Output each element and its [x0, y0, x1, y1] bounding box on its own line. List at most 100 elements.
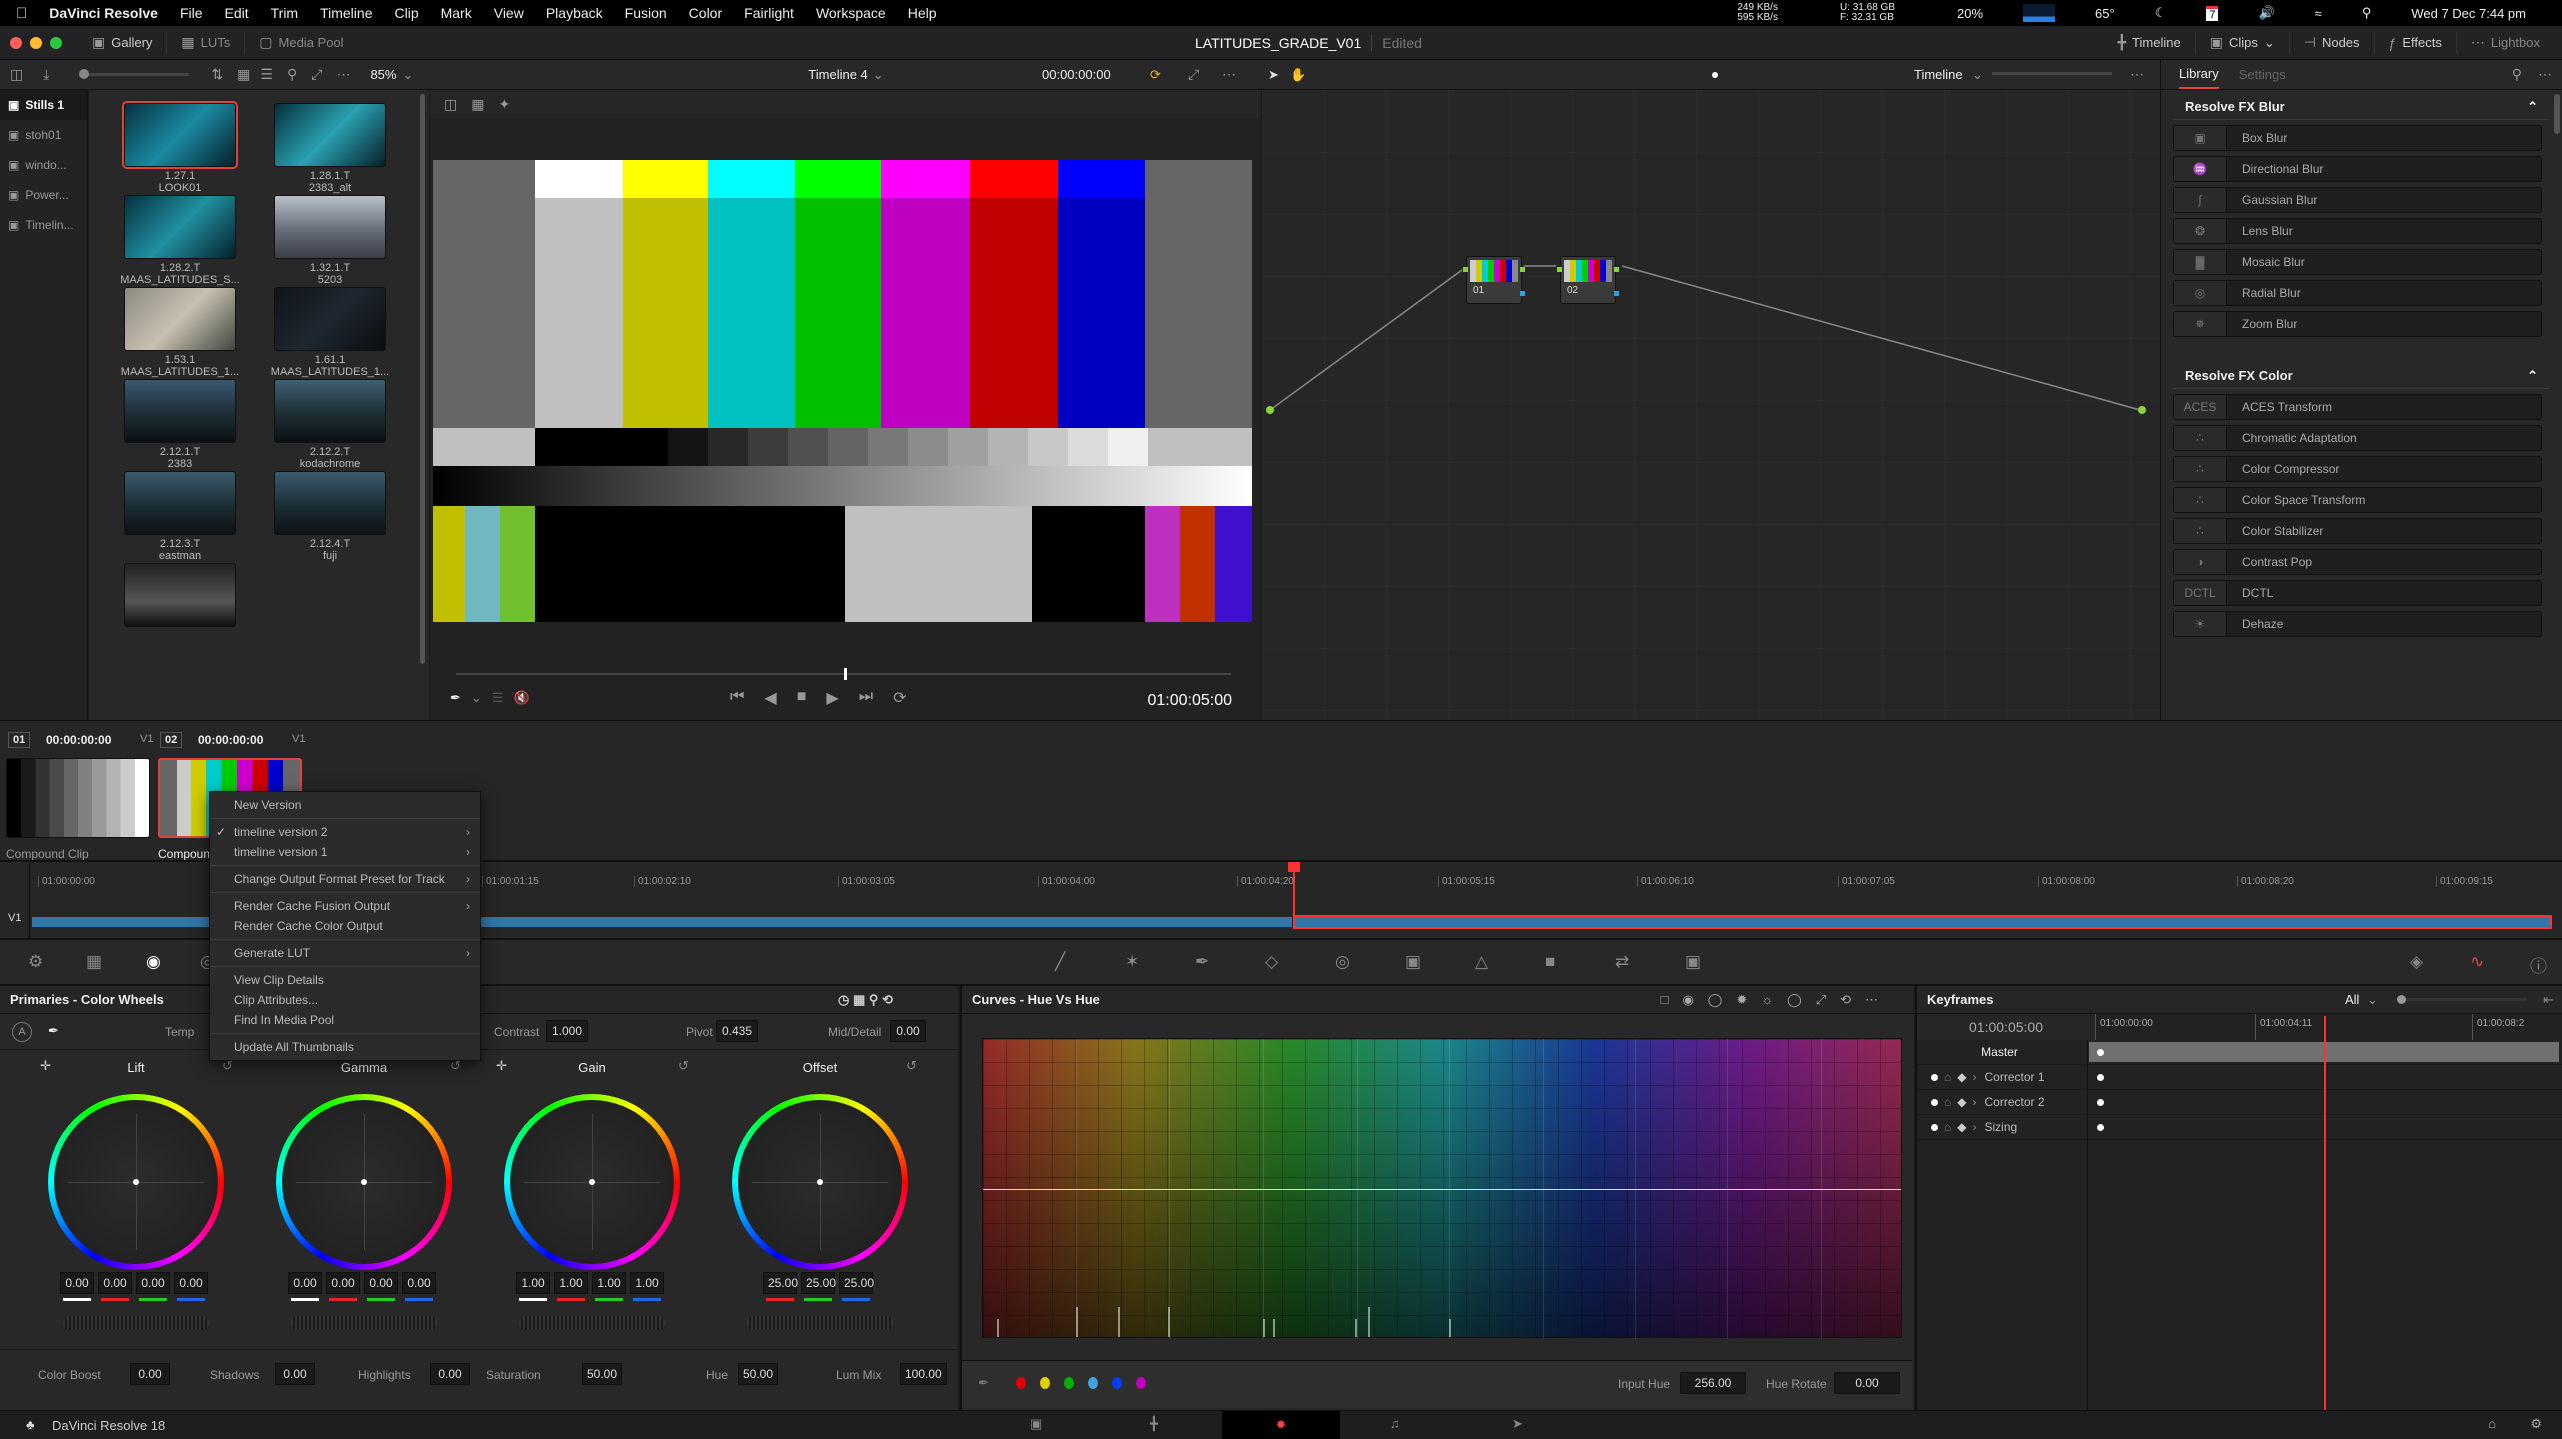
- page-deliver-icon[interactable]: ➤: [1512, 1416, 1523, 1432]
- offset-color-wheel[interactable]: [732, 1094, 908, 1270]
- page-fairlight-icon[interactable]: ♫: [1390, 1416, 1400, 1431]
- still-thumbnail[interactable]: [124, 287, 236, 351]
- hue-rotate-field[interactable]: 0.00: [1834, 1372, 1900, 1394]
- lock-icon[interactable]: ⌂: [1944, 1095, 1951, 1109]
- menu-color[interactable]: Color: [689, 5, 722, 21]
- qualifier-icon[interactable]: ✒: [1195, 952, 1209, 972]
- offset-master-jog[interactable]: [747, 1316, 893, 1330]
- node-mode-selector[interactable]: Timeline: [1914, 67, 1963, 82]
- menu-clip[interactable]: Clip: [394, 5, 418, 21]
- effect-item[interactable]: DCTL DCTL: [2173, 580, 2542, 606]
- context-menu-item[interactable]: View Clip Details: [210, 970, 480, 990]
- context-menu-item[interactable]: Render Cache Fusion Output ›: [210, 896, 480, 916]
- magic-mask-icon[interactable]: ▣: [1405, 952, 1421, 972]
- split-screen-icon[interactable]: ◫: [444, 96, 457, 113]
- viewer-timecode[interactable]: 00:00:00:00: [1042, 67, 1111, 82]
- clips-button[interactable]: ▣ Clips ⌄: [2196, 31, 2290, 54]
- keyframe-dot[interactable]: [2097, 1074, 2104, 1081]
- gamma-master-jog[interactable]: [291, 1316, 437, 1330]
- import-icon[interactable]: ⤓: [43, 66, 49, 83]
- curve-toolbar-icons[interactable]: □◉◯✹☼◯⤢⟲⋯: [1661, 992, 1892, 1008]
- timeline-selector[interactable]: Timeline 4: [808, 67, 867, 82]
- grid-view-icon[interactable]: ▦: [237, 66, 250, 83]
- menu-file[interactable]: File: [180, 5, 203, 21]
- zoom-level[interactable]: 85%: [370, 67, 396, 82]
- blur-icon[interactable]: △: [1475, 952, 1488, 972]
- luts-button[interactable]: ▦ LUTs: [167, 31, 246, 54]
- loop-button[interactable]: ⟳: [893, 688, 906, 708]
- scrollbar[interactable]: [420, 94, 425, 664]
- keyframe-playhead[interactable]: [2324, 1016, 2326, 1410]
- hue-swatch-button[interactable]: [1088, 1377, 1098, 1389]
- input-hue-field[interactable]: 256.00: [1680, 1372, 1746, 1394]
- keyframe-zoom-slider[interactable]: [2397, 995, 2527, 1004]
- wheel-value-field[interactable]: 0.00: [174, 1272, 208, 1294]
- menu-edit[interactable]: Edit: [225, 5, 249, 21]
- visibility-dot-icon[interactable]: [1931, 1098, 1938, 1106]
- sizing-icon[interactable]: ⇄: [1615, 952, 1629, 972]
- playhead[interactable]: [1288, 862, 1300, 929]
- still-thumbnail[interactable]: [274, 103, 386, 167]
- menu-app[interactable]: DaVinci Resolve: [49, 5, 158, 21]
- wheel-value-field[interactable]: 0.00: [288, 1272, 322, 1294]
- close-window-button[interactable]: [10, 36, 22, 49]
- context-menu-item[interactable]: Update All Thumbnails: [210, 1037, 480, 1057]
- node-01[interactable]: 01: [1463, 256, 1525, 304]
- keyframe-row[interactable]: ⌂ ◆ › Corrector 2: [1917, 1090, 2562, 1115]
- expand-chevron-icon[interactable]: ›: [1972, 1070, 1976, 1084]
- keyframe-dot[interactable]: [2097, 1124, 2104, 1131]
- hue-swatch-button[interactable]: [1064, 1377, 1074, 1389]
- clip-thumbnail[interactable]: [6, 758, 150, 838]
- color-manage-icon[interactable]: ⟳: [1150, 67, 1161, 83]
- effect-item[interactable]: ACES ACES Transform: [2173, 394, 2542, 420]
- chevron-down-icon[interactable]: ⌄: [471, 690, 482, 706]
- still-thumbnail[interactable]: [124, 379, 236, 443]
- still-thumbnail[interactable]: [124, 563, 236, 627]
- context-menu-item[interactable]: ✓ timeline version 2 ›: [210, 822, 480, 842]
- chevron-up-icon[interactable]: ⌃: [2527, 99, 2538, 115]
- layers-icon[interactable]: ☰: [492, 690, 504, 706]
- wheel-puck[interactable]: [361, 1179, 367, 1185]
- datetime[interactable]: Wed 7 Dec 7:44 pm: [2411, 6, 2526, 21]
- hue-curve-graph[interactable]: [982, 1038, 1902, 1339]
- curve-picker-icon[interactable]: ✒: [978, 1375, 989, 1391]
- picker-crosshair-icon[interactable]: ✛: [40, 1058, 51, 1074]
- menu-workspace[interactable]: Workspace: [816, 5, 886, 21]
- lift-color-wheel[interactable]: [48, 1094, 224, 1270]
- page-edit-icon[interactable]: ╋: [1150, 1416, 1158, 1432]
- thumb-size-slider[interactable]: [79, 69, 190, 79]
- wheel-value-field[interactable]: 0.00: [60, 1272, 94, 1294]
- node-02[interactable]: 02: [1557, 256, 1619, 304]
- chevron-down-icon[interactable]: ⌄: [2367, 992, 2378, 1008]
- chevron-up-icon[interactable]: ⌃: [2527, 368, 2538, 384]
- menu-fusion[interactable]: Fusion: [625, 5, 667, 21]
- stop-button[interactable]: ■: [797, 688, 807, 708]
- contrast-field[interactable]: 1.000: [546, 1020, 589, 1042]
- calendar-icon[interactable]: 7: [2206, 5, 2219, 21]
- mute-icon[interactable]: 🔇: [513, 690, 529, 706]
- hue-swatch-button[interactable]: [1040, 1377, 1050, 1389]
- adjust-field[interactable]: 100.00: [900, 1363, 947, 1385]
- album-item[interactable]: ▣ stoh01: [0, 120, 87, 150]
- search-icon[interactable]: ⚲: [2512, 66, 2522, 83]
- visibility-dot-icon[interactable]: [1931, 1073, 1938, 1081]
- gain-master-jog[interactable]: [519, 1316, 665, 1330]
- reset-icon[interactable]: ◷ ▦ ⚲ ⟲: [838, 992, 893, 1008]
- hue-swatch-button[interactable]: [1016, 1377, 1026, 1389]
- chevron-down-icon[interactable]: ⌄: [402, 67, 413, 83]
- effect-item[interactable]: ∴ Chromatic Adaptation: [2173, 425, 2542, 451]
- gallery-button[interactable]: ▣ Gallery: [78, 31, 168, 54]
- adjust-field[interactable]: 0.00: [130, 1363, 170, 1385]
- effect-item[interactable]: ∴ Color Stabilizer: [2173, 518, 2542, 544]
- zoom-window-button[interactable]: [50, 36, 62, 49]
- clip-bar-02[interactable]: [1293, 915, 2552, 929]
- menu-trim[interactable]: Trim: [271, 5, 298, 21]
- menu-playback[interactable]: Playback: [546, 5, 603, 21]
- eyedropper-icon[interactable]: ✒: [450, 690, 461, 706]
- collapse-panel-icon[interactable]: ⇤: [2543, 992, 2554, 1008]
- 3d-icon[interactable]: ▣: [1685, 952, 1701, 972]
- adjust-field[interactable]: 0.00: [430, 1363, 470, 1385]
- wheel-value-field[interactable]: 0.00: [364, 1272, 398, 1294]
- skip-start-button[interactable]: ⏮: [730, 688, 744, 708]
- effect-item[interactable]: ▣ Box Blur: [2173, 125, 2542, 151]
